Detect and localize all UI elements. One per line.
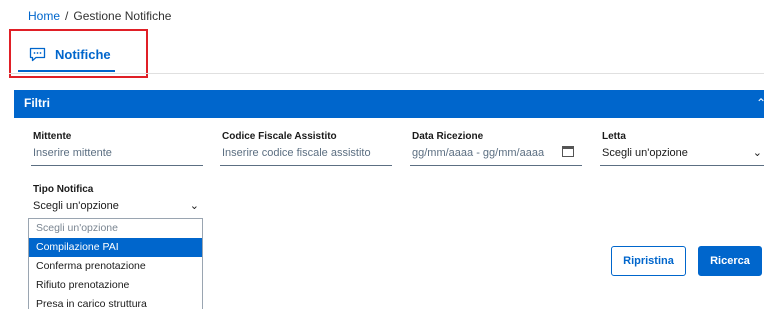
dropdown-option[interactable]: Presa in carico struttura bbox=[29, 295, 202, 314]
chevron-down-icon: ⌄ bbox=[752, 147, 762, 159]
dropdown-option[interactable]: Rifiuto prenotazione bbox=[29, 276, 202, 295]
letta-label: Letta bbox=[602, 131, 626, 142]
filters-header[interactable]: Filtri ⌃ bbox=[14, 90, 764, 118]
data-ricezione-input[interactable]: gg/mm/aaaa - gg/mm/aaaa bbox=[410, 144, 582, 166]
tabs-divider bbox=[9, 73, 764, 74]
mittente-label: Mittente bbox=[33, 131, 72, 142]
dropdown-option[interactable]: Scegli un'opzione bbox=[29, 219, 202, 238]
tipo-notifica-value: Scegli un'opzione bbox=[33, 200, 119, 212]
data-ricezione-label: Data Ricezione bbox=[412, 131, 484, 142]
tipo-notifica-select[interactable]: Scegli un'opzione ⌄ bbox=[31, 197, 203, 219]
tab-notifiche[interactable]: Notifiche bbox=[18, 38, 115, 72]
breadcrumb: Home / Gestione Notifiche bbox=[28, 9, 171, 23]
mittente-input[interactable]: Inserire mittente bbox=[31, 144, 203, 166]
data-ricezione-placeholder: gg/mm/aaaa - gg/mm/aaaa bbox=[412, 147, 545, 159]
codice-fiscale-label: Codice Fiscale Assistito bbox=[222, 131, 337, 142]
dropdown-option[interactable]: Conferma prenotazione bbox=[29, 257, 202, 276]
letta-select[interactable]: Scegli un'opzione ⌄ bbox=[600, 144, 764, 166]
dropdown-option[interactable]: Compilazione PAI bbox=[29, 238, 202, 257]
calendar-icon[interactable] bbox=[562, 146, 574, 157]
breadcrumb-separator: / bbox=[65, 9, 69, 23]
chevron-up-icon[interactable]: ⌃ bbox=[756, 96, 764, 110]
chat-bubble-icon bbox=[29, 47, 46, 61]
breadcrumb-current: Gestione Notifiche bbox=[73, 9, 172, 23]
filters-title: Filtri bbox=[24, 96, 50, 110]
codice-fiscale-input[interactable]: Inserire codice fiscale assistito bbox=[220, 144, 392, 166]
breadcrumb-home-link[interactable]: Home bbox=[28, 9, 60, 23]
search-button[interactable]: Ricerca bbox=[698, 246, 762, 276]
tipo-notifica-dropdown: Scegli un'opzione Compilazione PAI Confe… bbox=[28, 218, 203, 310]
tipo-notifica-label: Tipo Notifica bbox=[33, 184, 94, 195]
reset-button[interactable]: Ripristina bbox=[611, 246, 686, 276]
letta-value: Scegli un'opzione bbox=[602, 147, 688, 159]
tab-notifiche-label: Notifiche bbox=[55, 46, 111, 62]
chevron-down-icon: ⌄ bbox=[189, 200, 199, 212]
